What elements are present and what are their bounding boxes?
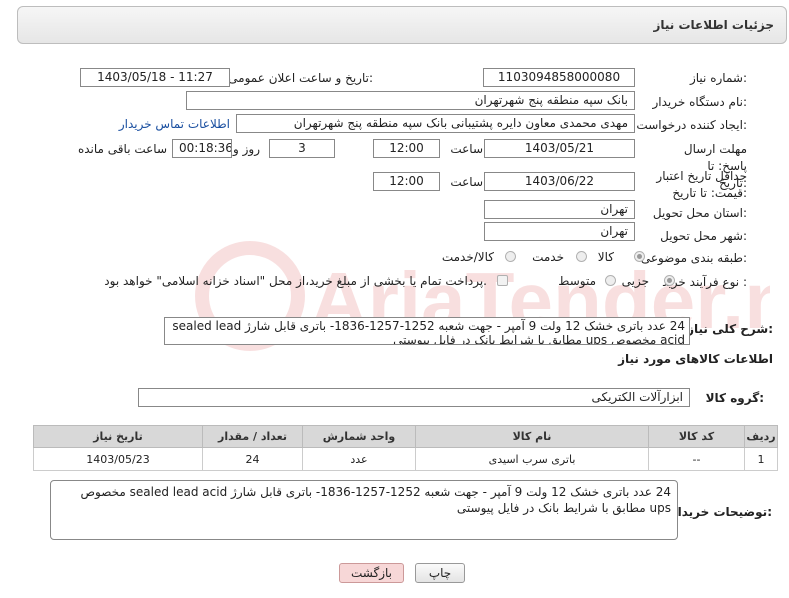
goods-group-field: ابزارآلات الکتریکی xyxy=(138,388,690,407)
process-radio-medium[interactable] xyxy=(605,275,616,286)
col-header-unit: واحد شمارش xyxy=(302,425,416,448)
need-number-label: شماره نیاز: xyxy=(689,71,747,85)
buyer-org-field: بانک سپه منطقه پنج شهرتهران xyxy=(186,91,635,110)
category-option-both: کالا/خدمت xyxy=(441,250,494,264)
remaining-time-field: 00:18:36 xyxy=(172,139,232,158)
description-text: 24 عدد باتری خشک 12 ولت 9 آمپر - جهت شعب… xyxy=(164,317,690,345)
items-table: ردیف کد کالا نام کالا واحد شمارش تعداد /… xyxy=(33,425,778,471)
process-option-medium: متوسط xyxy=(558,274,596,288)
col-header-item-code: کد کالا xyxy=(648,425,745,448)
remaining-label: ساعت باقی مانده xyxy=(77,142,167,156)
province-field: تهران xyxy=(484,200,635,219)
buyer-org-label: نام دستگاه خریدار: xyxy=(652,95,748,109)
category-label: طبقه بندی موضوعی: xyxy=(640,251,747,265)
category-radio-both[interactable] xyxy=(505,251,516,262)
category-option-service: خدمت xyxy=(532,250,564,264)
table-row: 1 -- باتری سرب اسیدی عدد 24 1403/05/23 xyxy=(33,447,778,471)
need-number-field: 1103094858000080 xyxy=(483,68,635,87)
col-header-row-number: ردیف xyxy=(744,425,778,448)
city-label: شهر محل تحویل: xyxy=(660,229,747,243)
col-header-item-name: نام کالا xyxy=(415,425,649,448)
page-header: جزئیات اطلاعات نیاز xyxy=(17,6,787,44)
cell-need-date: 1403/05/23 xyxy=(33,447,203,471)
validity-time-field: 12:00 xyxy=(373,172,440,191)
page-title: جزئیات اطلاعات نیاز xyxy=(653,18,774,32)
city-field: تهران xyxy=(484,222,635,241)
process-option-minor: جزیی xyxy=(621,274,649,288)
treasury-payment-note: پرداخت تمام یا بخشی از مبلغ خرید،از محل … xyxy=(104,274,487,288)
days-label: روز و xyxy=(233,142,260,156)
validity-time-label: ساعت xyxy=(450,175,483,189)
deadline-time-field: 12:00 xyxy=(373,139,440,158)
creator-field: مهدی محمدی معاون دایره پشتیبانی بانک سپه… xyxy=(236,114,635,133)
cell-quantity: 24 xyxy=(202,447,303,471)
category-radio-service[interactable] xyxy=(576,251,587,262)
process-radio-minor[interactable] xyxy=(664,275,675,286)
announce-field: 1403/05/18 - 11:27 xyxy=(80,68,230,87)
province-label: استان محل تحویل: xyxy=(652,206,747,220)
print-button[interactable]: چاپ xyxy=(415,563,465,583)
deadline-date-field: 1403/05/21 xyxy=(484,139,635,158)
buyer-notes-text: 24 عدد باتری خشک 12 ولت 9 آمپر - جهت شعب… xyxy=(50,480,678,540)
treasury-payment-checkbox[interactable] xyxy=(497,275,508,286)
process-label: نوع فرآیند خرید : xyxy=(662,275,747,289)
validity-date-field: 1403/06/22 xyxy=(484,172,635,191)
back-button[interactable]: بازگشت xyxy=(339,563,404,583)
announce-label: تاریخ و ساعت اعلان عمومی: xyxy=(228,71,373,85)
category-option-goods: کالا xyxy=(597,250,614,264)
goods-section-header: اطلاعات کالاهای مورد نیاز xyxy=(618,352,773,366)
buyer-contact-link[interactable]: اطلاعات تماس خریدار xyxy=(119,117,230,131)
col-header-need-date: تاریخ نیاز xyxy=(33,425,203,448)
validity-label: حداقل تاریخ اعتبار قیمت: تا تاریخ: xyxy=(656,169,747,200)
deadline-time-label: ساعت xyxy=(450,142,483,156)
description-label: شرح کلی نیاز: xyxy=(687,322,773,336)
cell-row-number: 1 xyxy=(744,447,778,471)
creator-label: ایجاد کننده درخواست: xyxy=(636,118,747,132)
cell-item-code: -- xyxy=(648,447,745,471)
buyer-notes-label: توضیحات خریدار: xyxy=(670,505,772,519)
category-radio-goods[interactable] xyxy=(634,251,645,262)
days-field: 3 xyxy=(269,139,335,158)
col-header-quantity: تعداد / مقدار xyxy=(202,425,303,448)
cell-unit: عدد xyxy=(302,447,416,471)
goods-group-label: گروه کالا: xyxy=(705,391,764,405)
cell-item-name: باتری سرب اسیدی xyxy=(415,447,649,471)
